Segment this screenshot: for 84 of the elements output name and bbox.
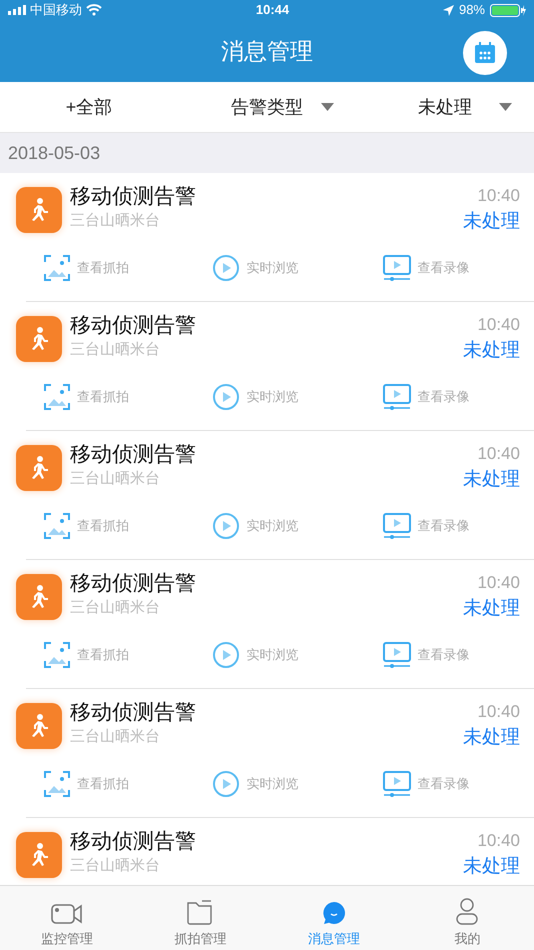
video-player-icon — [382, 642, 411, 668]
action-link[interactable]: 查看抓拍 — [26, 642, 196, 668]
alert-title: 移动侦测告警 — [70, 829, 197, 855]
image-icon — [44, 513, 70, 539]
motion-alert-icon — [16, 832, 62, 878]
play-icon — [213, 642, 240, 668]
alert-time: 10:40 — [477, 701, 520, 723]
play-icon — [213, 513, 240, 539]
alert-title: 移动侦测告警 — [70, 313, 197, 339]
alert-location: 三台山晒米台 — [70, 598, 161, 618]
image-icon — [44, 384, 70, 410]
alert-title: 移动侦测告警 — [70, 184, 197, 210]
action-link[interactable]: 查看录像 — [364, 771, 534, 797]
alert-status: 未处理 — [463, 855, 520, 879]
tab-bar-item[interactable]: 我的 — [400, 886, 534, 950]
video-camera-icon — [50, 902, 83, 924]
motion-alert-icon — [16, 703, 62, 749]
alert-status: 未处理 — [463, 210, 520, 234]
filter-dropdown[interactable]: 未处理 — [356, 82, 534, 132]
battery-icon — [490, 4, 526, 16]
alert-time: 10:40 — [477, 830, 520, 852]
alert-title: 移动侦测告警 — [70, 442, 197, 468]
clock: 10:44 — [256, 1, 290, 20]
alert-time: 10:40 — [477, 443, 520, 465]
motion-alert-icon — [16, 316, 62, 362]
play-icon — [213, 771, 240, 797]
alert-location: 三台山晒米台 — [70, 211, 161, 231]
play-icon — [213, 384, 240, 410]
folder-icon — [186, 898, 214, 924]
action-link[interactable]: 查看抓拍 — [26, 384, 196, 410]
motion-alert-icon — [16, 445, 62, 491]
action-link[interactable]: 查看录像 — [364, 384, 534, 410]
dropdown-caret-icon — [321, 103, 334, 111]
alert-title: 移动侦测告警 — [70, 571, 197, 597]
image-icon — [44, 642, 70, 668]
alert-time: 10:40 — [477, 572, 520, 594]
motion-alert-icon — [16, 187, 62, 233]
alert-time: 10:40 — [477, 314, 520, 336]
filter-dropdown[interactable]: +全部 — [0, 82, 178, 132]
alert-location: 三台山晒米台 — [70, 727, 161, 747]
location-arrow-icon — [442, 4, 454, 16]
filter-dropdown[interactable]: 告警类型 — [178, 82, 356, 132]
image-icon — [44, 771, 70, 797]
calendar-button[interactable] — [463, 31, 507, 75]
action-link[interactable]: 查看抓拍 — [26, 771, 196, 797]
alert-location: 三台山晒米台 — [70, 856, 161, 876]
video-player-icon — [382, 771, 411, 797]
signal-icon — [8, 5, 26, 15]
carrier-name: 中国移动 — [30, 1, 82, 20]
action-link[interactable]: 查看录像 — [364, 513, 534, 539]
action-link[interactable]: 实时浏览 — [195, 384, 365, 410]
alert-status: 未处理 — [463, 468, 520, 492]
image-icon — [44, 255, 70, 281]
date-label: 2018-05-03 — [8, 142, 100, 164]
calendar-icon — [473, 41, 497, 65]
person-icon — [455, 896, 480, 924]
chat-bubble-icon — [322, 900, 346, 924]
alert-status: 未处理 — [463, 597, 520, 621]
action-link[interactable]: 实时浏览 — [195, 255, 365, 281]
battery-percentage: 98% — [458, 1, 485, 20]
page-title: 消息管理 — [221, 36, 313, 66]
action-link[interactable]: 实时浏览 — [195, 771, 365, 797]
video-player-icon — [382, 513, 411, 539]
alert-status: 未处理 — [463, 726, 520, 750]
tab-bar-item[interactable]: 抓拍管理 — [134, 886, 267, 950]
video-player-icon — [382, 384, 411, 410]
action-link[interactable]: 查看录像 — [364, 642, 534, 668]
alert-status: 未处理 — [463, 339, 520, 363]
tab-bar-item[interactable]: 监控管理 — [0, 886, 134, 950]
alert-title: 移动侦测告警 — [70, 700, 197, 726]
action-link[interactable]: 查看录像 — [364, 255, 534, 281]
wifi-icon — [86, 4, 102, 16]
tab-bar-item[interactable]: 消息管理 — [267, 886, 400, 950]
alert-location: 三台山晒米台 — [70, 469, 161, 489]
action-link[interactable]: 查看抓拍 — [26, 255, 196, 281]
action-link[interactable]: 实时浏览 — [195, 513, 365, 539]
dropdown-caret-icon — [499, 103, 512, 111]
alert-time: 10:40 — [477, 185, 520, 207]
alert-location: 三台山晒米台 — [70, 340, 161, 360]
video-player-icon — [382, 255, 411, 281]
play-icon — [213, 255, 240, 281]
action-link[interactable]: 查看抓拍 — [26, 513, 196, 539]
motion-alert-icon — [16, 574, 62, 620]
action-link[interactable]: 实时浏览 — [195, 642, 365, 668]
